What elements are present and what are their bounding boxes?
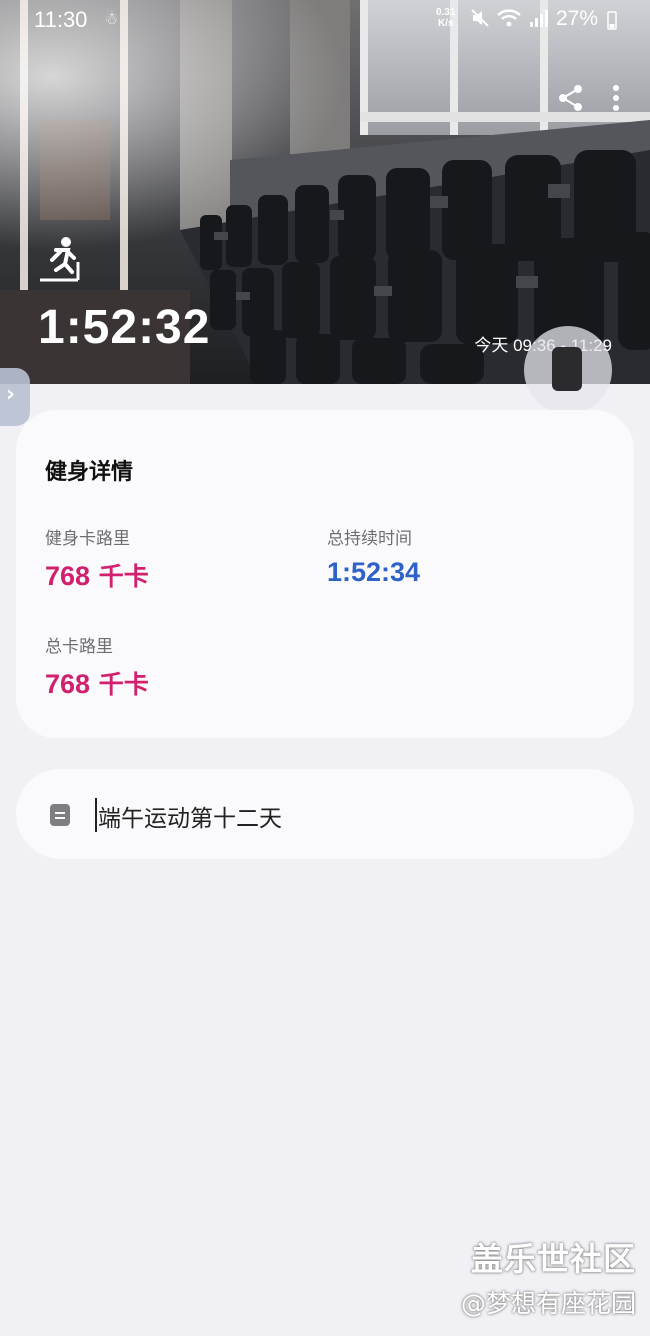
total-calories-value-wrap: 768 千卡 <box>45 665 149 701</box>
workout-calories-label: 健身卡路里 <box>45 529 130 549</box>
total-calories-unit: 千卡 <box>90 670 149 699</box>
mute-icon <box>471 9 489 27</box>
status-icons <box>470 8 550 28</box>
status-time: 11:30 <box>34 7 88 32</box>
workout-duration: 1:52:32 <box>38 301 211 354</box>
signal-icon <box>530 10 548 27</box>
edge-panel-handle[interactable]: › <box>0 368 30 426</box>
watermark-author: @梦想有座花园 <box>460 1289 636 1318</box>
text-cursor <box>95 798 97 832</box>
workout-calories-unit: 千卡 <box>90 562 149 591</box>
workout-calories-metric: 健身卡路里 768 千卡 <box>45 524 149 593</box>
workout-details-card: 健身详情 健身卡路里 768 千卡 总持续时间 1:52:34 总卡路里 768… <box>16 410 634 738</box>
phone-icon <box>552 347 582 391</box>
phone-sync-button[interactable] <box>524 326 612 414</box>
workout-calories-value: 768 <box>45 561 91 591</box>
total-calories-metric: 总卡路里 768 千卡 <box>45 632 149 701</box>
network-speed-value: 0.31 <box>436 7 456 18</box>
total-duration-metric: 总持续时间 1:52:34 <box>327 524 420 588</box>
network-speed-unit: K/s <box>437 18 454 29</box>
share-icon[interactable] <box>558 84 584 112</box>
total-duration-label: 总持续时间 <box>327 529 412 549</box>
network-speed: 0.31 K/s <box>436 7 455 29</box>
details-title: 健身详情 <box>45 460 134 485</box>
treadmill-runner-icon <box>40 237 80 282</box>
workout-note-card[interactable]: 端午运动第十二天 <box>16 769 634 859</box>
status-bar: 11:30 ☃ 0.31 K/s 27% <box>0 0 650 40</box>
hero-actions <box>558 84 620 112</box>
total-calories-label: 总卡路里 <box>45 637 113 657</box>
wifi-icon <box>497 9 521 27</box>
note-input[interactable]: 端午运动第十二天 <box>98 799 282 833</box>
hero-image: 11:30 ☃ 0.31 K/s 27% 1:52:32 今天 <box>0 0 650 384</box>
total-calories-value: 768 <box>45 669 91 699</box>
workout-calories-value-wrap: 768 千卡 <box>45 557 149 593</box>
total-duration-value: 1:52:34 <box>327 557 421 587</box>
note-icon <box>50 804 70 826</box>
chevron-right-icon: › <box>6 382 16 407</box>
battery-icon <box>607 11 617 30</box>
person-icon: ☃ <box>104 11 119 28</box>
battery-percent: 27% <box>556 7 599 30</box>
more-vertical-icon[interactable] <box>612 84 620 112</box>
watermark-community: 盖乐世社区 <box>470 1240 636 1278</box>
